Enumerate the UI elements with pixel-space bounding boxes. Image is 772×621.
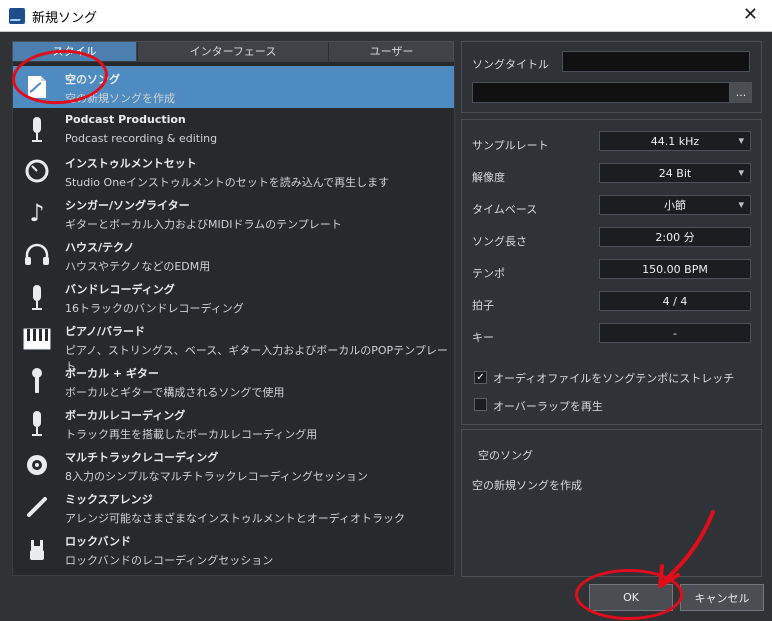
song-title-label: ソングタイトル bbox=[472, 58, 549, 71]
cable-icon bbox=[23, 493, 51, 521]
vocal-mic-icon bbox=[23, 409, 51, 437]
overlap-label: オーバーラップを再生 bbox=[493, 400, 603, 413]
template-piano-ballad[interactable]: ピアノ/バラード ピアノ、ストリングス、ベース、ギター入力およびボーカルのPOP… bbox=[13, 318, 454, 373]
cancel-button[interactable]: キャンセル bbox=[680, 584, 764, 611]
template-mix-arrange[interactable]: ミックスアレンジ アレンジ可能なさまざまなインストゥルメントとオーディオトラック bbox=[13, 486, 454, 528]
template-desc: Podcast recording & editing bbox=[65, 132, 218, 145]
tab-user[interactable]: ユーザー bbox=[328, 42, 454, 61]
headphones-icon bbox=[23, 241, 51, 269]
template-vocal-recording[interactable]: ボーカルレコーディング トラック再生を搭載したボーカルレコーディング用 bbox=[13, 402, 454, 444]
template-name: ロックバンド bbox=[65, 535, 131, 548]
microphone-icon bbox=[23, 115, 51, 143]
tab-interface[interactable]: インターフェース bbox=[137, 42, 328, 61]
song-title-input[interactable] bbox=[562, 51, 750, 72]
overlap-checkbox[interactable] bbox=[474, 398, 487, 411]
bit-depth-select[interactable]: 24 Bit bbox=[599, 163, 751, 183]
template-desc: ハウスやテクノなどのEDM用 bbox=[65, 260, 211, 273]
timebase-label: タイムベース bbox=[472, 203, 538, 216]
rock-hand-icon bbox=[23, 535, 51, 563]
template-house-techno[interactable]: ハウス/テクノ ハウスやテクノなどのEDM用 bbox=[13, 234, 454, 276]
browse-button[interactable]: ... bbox=[730, 82, 752, 103]
template-name: ハウス/テクノ bbox=[65, 241, 135, 254]
vinyl-icon bbox=[23, 451, 51, 479]
template-name: マルチトラックレコーディング bbox=[65, 451, 219, 464]
description-panel: 空のソング 空の新規ソングを作成 bbox=[461, 429, 762, 577]
description-title: 空のソング bbox=[478, 449, 533, 462]
key-input[interactable]: - bbox=[599, 323, 751, 343]
template-name: ピアノ/バラード bbox=[65, 325, 146, 338]
template-desc: 16トラックのバンドレコーディング bbox=[65, 302, 244, 315]
window-title: 新規ソング bbox=[32, 11, 98, 26]
template-name: ボーカルレコーディング bbox=[65, 409, 186, 422]
template-list: 空のソング 空の新規ソングを作成 Podcast Production Podc… bbox=[12, 61, 455, 576]
template-name: ボーカル + ギター bbox=[65, 367, 159, 380]
template-vocal-guitar[interactable]: ボーカル + ギター ボーカルとギターで構成されるソングで使用 bbox=[13, 360, 454, 402]
song-folder-input[interactable] bbox=[472, 82, 730, 103]
instrument-dial-icon bbox=[23, 157, 51, 185]
hand-mic-icon bbox=[23, 367, 51, 395]
description-body: 空の新規ソングを作成 bbox=[472, 479, 582, 492]
template-desc: ロックバンドのレコーディングセッション bbox=[65, 554, 274, 567]
stretch-checkbox[interactable]: ✓ bbox=[474, 371, 487, 384]
song-length-input[interactable]: 2:00 分 bbox=[599, 227, 751, 247]
song-title-panel: ソングタイトル ... bbox=[461, 41, 762, 113]
template-desc: ボーカルとギターで構成されるソングで使用 bbox=[65, 386, 285, 399]
template-rock-band[interactable]: ロックバンド ロックバンドのレコーディングセッション bbox=[13, 528, 454, 570]
template-desc: アレンジ可能なさまざまなインストゥルメントとオーディオトラック bbox=[65, 512, 406, 525]
template-name: Podcast Production bbox=[65, 113, 186, 126]
sample-rate-select[interactable]: 44.1 kHz bbox=[599, 131, 751, 151]
sample-rate-label: サンプルレート bbox=[472, 139, 549, 152]
template-desc: Studio Oneインストゥルメントのセットを読み込んで再生します bbox=[65, 176, 390, 189]
close-icon[interactable]: ✕ bbox=[743, 4, 758, 25]
template-name: シンガー/ソングライター bbox=[65, 199, 190, 212]
studio-one-icon bbox=[9, 8, 25, 24]
tempo-input[interactable]: 150.00 BPM bbox=[599, 259, 751, 279]
stretch-label: オーディオファイルをソングテンポにストレッチ bbox=[493, 372, 735, 385]
music-note-icon: ♪ bbox=[29, 199, 45, 227]
template-instrument-set[interactable]: インストゥルメントセット Studio Oneインストゥルメントのセットを読み込… bbox=[13, 150, 454, 192]
bit-depth-label: 解像度 bbox=[472, 171, 505, 184]
signature-input[interactable]: 4 / 4 bbox=[599, 291, 751, 311]
template-name: バンドレコーディング bbox=[65, 283, 175, 296]
song-length-label: ソング長さ bbox=[472, 235, 527, 248]
template-band-recording[interactable]: バンドレコーディング 16トラックのバンドレコーディング bbox=[13, 276, 454, 318]
template-multitrack[interactable]: マルチトラックレコーディング 8入力のシンプルなマルチトラックレコーディングセッ… bbox=[13, 444, 454, 486]
template-name: ミックスアレンジ bbox=[65, 493, 153, 506]
mic-band-icon bbox=[23, 283, 51, 311]
tempo-label: テンポ bbox=[472, 267, 505, 280]
signature-label: 拍子 bbox=[472, 299, 494, 312]
settings-panel: サンプルレート 44.1 kHz 解像度 24 Bit タイムベース 小節 ソン… bbox=[461, 119, 762, 425]
timebase-select[interactable]: 小節 bbox=[599, 195, 751, 215]
template-desc: トラック再生を搭載したボーカルレコーディング用 bbox=[65, 428, 318, 441]
piano-keys-icon bbox=[23, 325, 51, 353]
template-podcast[interactable]: Podcast Production Podcast recording & e… bbox=[13, 108, 454, 150]
template-desc: ギターとボーカル入力およびMIDIドラムのテンプレート bbox=[65, 218, 342, 231]
annotation-circle bbox=[575, 569, 683, 620]
key-label: キー bbox=[472, 331, 494, 344]
template-name: インストゥルメントセット bbox=[65, 157, 197, 170]
title-bar: 新規ソング ✕ bbox=[0, 0, 772, 32]
template-desc: 8入力のシンプルなマルチトラックレコーディングセッション bbox=[65, 470, 368, 483]
template-singer-songwriter[interactable]: ♪ シンガー/ソングライター ギターとボーカル入力およびMIDIドラムのテンプレ… bbox=[13, 192, 454, 234]
